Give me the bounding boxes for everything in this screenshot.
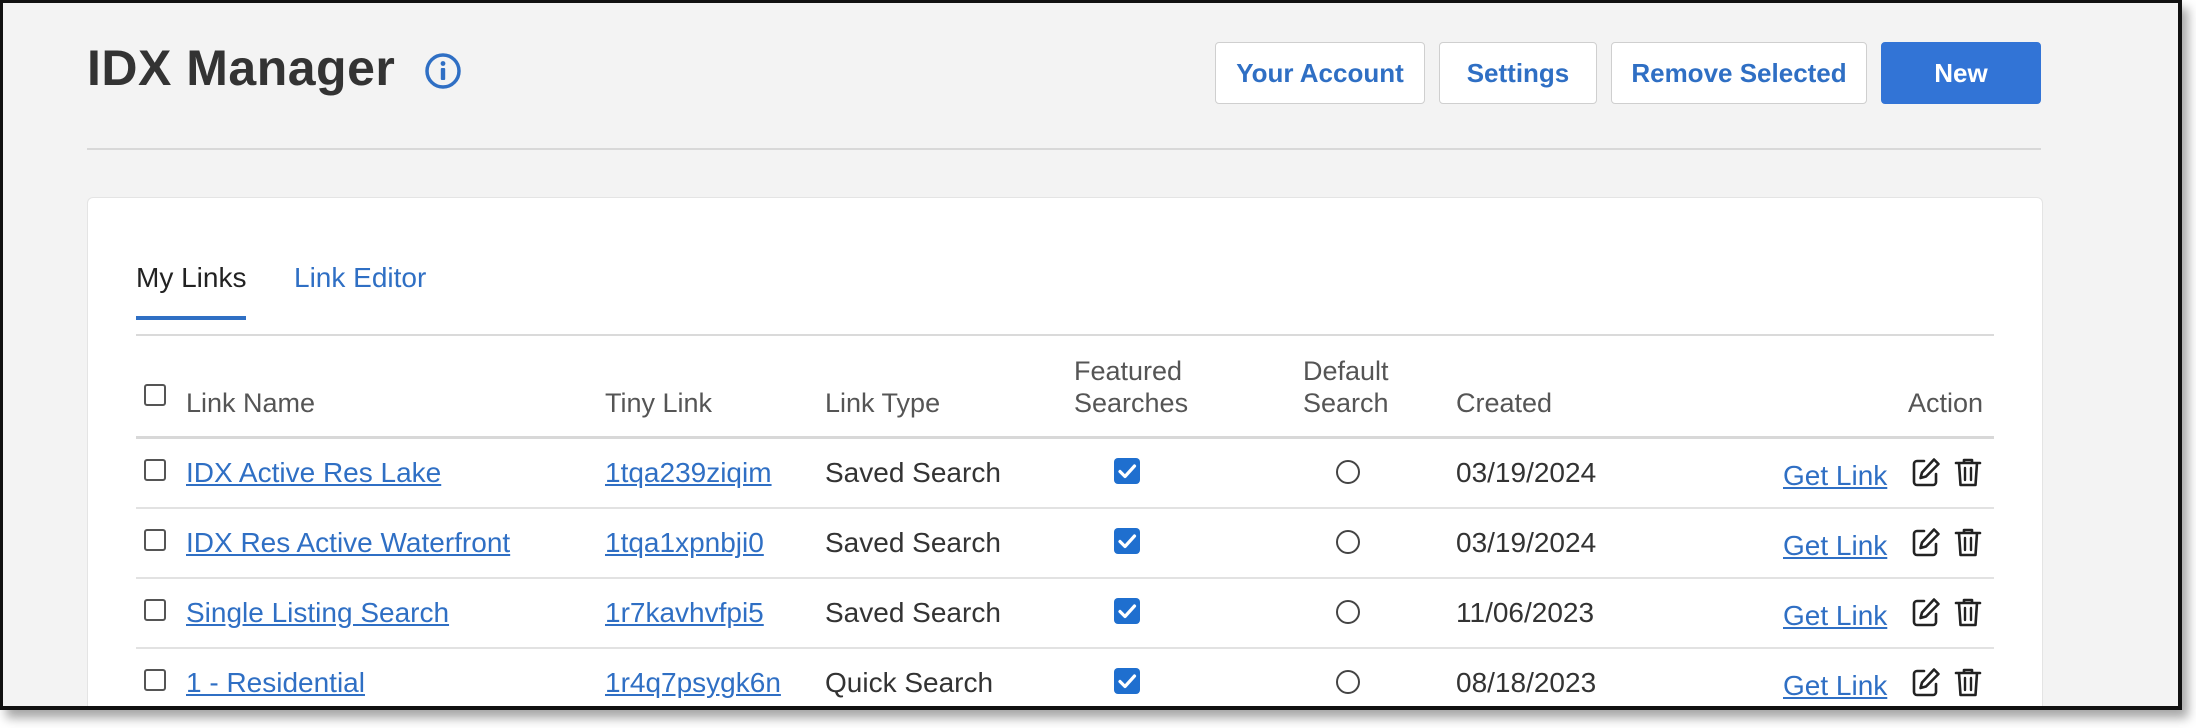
row-checkbox[interactable] (144, 529, 166, 551)
select-all-checkbox[interactable] (144, 384, 166, 406)
link-name[interactable]: Single Listing Search (186, 596, 449, 630)
link-name[interactable]: IDX Res Active Waterfront (186, 526, 510, 560)
get-link[interactable]: Get Link (1783, 599, 1887, 633)
default-search-radio[interactable] (1336, 670, 1360, 694)
table-row: IDX Active Res Lake 1tqa239ziqim Saved S… (136, 439, 1994, 509)
header-actions: Your Account Settings Remove Selected Ne… (1215, 42, 2041, 104)
featured-checkbox[interactable] (1114, 528, 1140, 554)
new-button[interactable]: New (1881, 42, 2041, 104)
link-name[interactable]: 1 - Residential (186, 666, 365, 700)
app-window: IDX Manager Your Account Settings Remove… (0, 0, 2182, 710)
created-date: 03/19/2024 (1456, 527, 1597, 558)
default-search-radio[interactable] (1336, 600, 1360, 624)
link-type: Saved Search (825, 527, 1001, 558)
row-checkbox[interactable] (144, 459, 166, 481)
table-row: IDX Res Active Waterfront 1tqa1xpnbji0 S… (136, 509, 1994, 579)
featured-checkbox[interactable] (1114, 598, 1140, 624)
column-featured-searches-line1: Featured (1074, 356, 1183, 386)
your-account-button[interactable]: Your Account (1215, 42, 1425, 104)
column-action: Action (1908, 388, 1984, 418)
column-link-name: Link Name (186, 388, 316, 418)
get-link[interactable]: Get Link (1783, 669, 1887, 703)
column-created: Created (1456, 388, 1553, 418)
link-type: Quick Search (825, 667, 994, 698)
remove-selected-button[interactable]: Remove Selected (1611, 42, 1867, 104)
page-title: IDX Manager (87, 40, 396, 96)
page-header: IDX Manager Your Account Settings Remove… (87, 33, 2041, 113)
header-divider (87, 148, 2041, 150)
column-featured-searches-line2: Searches (1074, 388, 1189, 418)
column-tiny-link: Tiny Link (605, 388, 713, 418)
edit-icon[interactable] (1911, 666, 1941, 698)
tiny-link[interactable]: 1r4q7psygk6n (605, 666, 781, 700)
link-type: Saved Search (825, 597, 1001, 628)
trash-icon[interactable] (1953, 666, 1983, 698)
row-checkbox[interactable] (144, 599, 166, 621)
created-date: 11/06/2023 (1456, 597, 1595, 628)
tiny-link[interactable]: 1r7kavhvfpi5 (605, 596, 764, 630)
default-search-radio[interactable] (1336, 460, 1360, 484)
created-date: 03/19/2024 (1456, 457, 1597, 488)
get-link[interactable]: Get Link (1783, 459, 1887, 493)
edit-icon[interactable] (1911, 456, 1941, 488)
table-row: 1 - Residential 1r4q7psygk6n Quick Searc… (136, 649, 1994, 706)
edit-icon[interactable] (1911, 596, 1941, 628)
featured-checkbox[interactable] (1114, 458, 1140, 484)
edit-icon[interactable] (1911, 526, 1941, 558)
featured-checkbox[interactable] (1114, 668, 1140, 694)
trash-icon[interactable] (1953, 456, 1983, 488)
link-type: Saved Search (825, 457, 1001, 488)
column-default-search-line2: Search (1303, 388, 1389, 418)
settings-button[interactable]: Settings (1439, 42, 1597, 104)
tab-bar: My Links Link Editor (136, 258, 1994, 336)
tab-my-links[interactable]: My Links (136, 258, 247, 320)
trash-icon[interactable] (1953, 526, 1983, 558)
table-header: Link Name Tiny Link Link Type Featured S… (136, 336, 1994, 439)
column-default-search-line1: Default (1303, 356, 1389, 386)
get-link[interactable]: Get Link (1783, 529, 1887, 563)
tiny-link[interactable]: 1tqa1xpnbji0 (605, 526, 764, 560)
tab-link-editor[interactable]: Link Editor (294, 258, 426, 318)
tiny-link[interactable]: 1tqa239ziqim (605, 456, 772, 490)
trash-icon[interactable] (1953, 596, 1983, 628)
default-search-radio[interactable] (1336, 530, 1360, 554)
links-table: Link Name Tiny Link Link Type Featured S… (136, 336, 1994, 706)
links-card: My Links Link Editor Link Name Tiny Link… (87, 197, 2043, 706)
created-date: 08/18/2023 (1456, 667, 1597, 698)
table-row: Single Listing Search 1r7kavhvfpi5 Saved… (136, 579, 1994, 649)
column-link-type: Link Type (825, 388, 941, 418)
row-checkbox[interactable] (144, 669, 166, 691)
info-icon[interactable] (423, 51, 463, 91)
link-name[interactable]: IDX Active Res Lake (186, 456, 441, 490)
